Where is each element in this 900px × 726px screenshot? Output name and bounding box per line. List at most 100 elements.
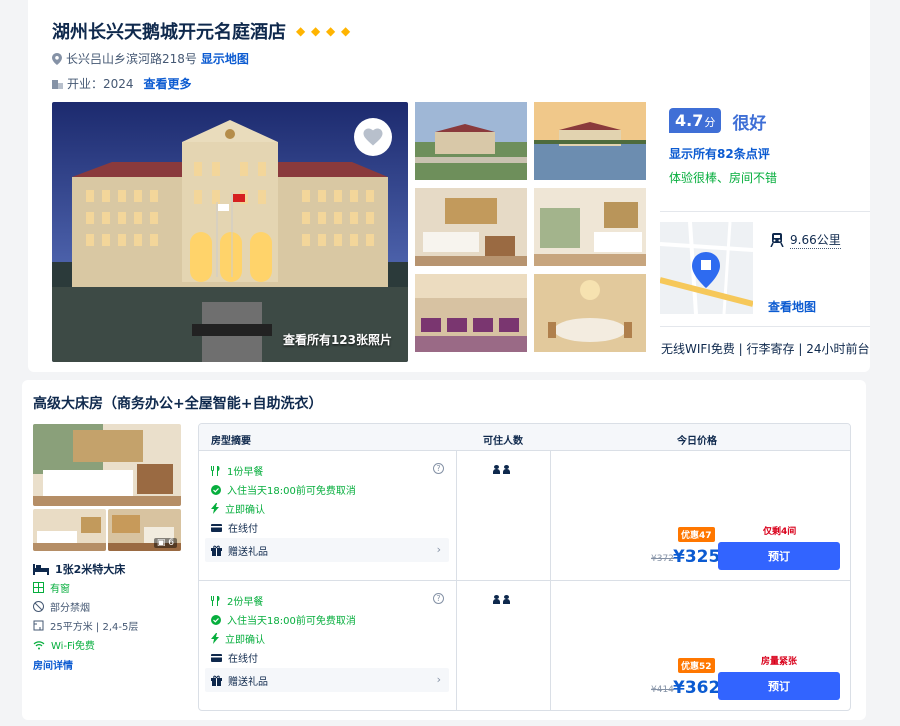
two-guests-icon [493, 465, 510, 474]
transit-distance: 9.66公里 [770, 231, 841, 249]
diamond-icon: ◆ [296, 23, 306, 38]
room-card: 高级大床房（商务办公+全屋智能+自助洗衣） ▣ 6 1张2米特大床 有窗 部分禁… [22, 380, 866, 720]
rate-table: 房型摘要 可住人数 今日价格 1份早餐 ? 入住当天18:00前可免费取消 立即… [198, 423, 851, 711]
header-room-summary: 房型摘要 [211, 436, 251, 447]
lightning-icon [211, 633, 219, 644]
fork-knife-icon [211, 465, 220, 476]
chevron-right-icon: › [436, 673, 441, 686]
bed-icon [33, 563, 49, 575]
gift-text: 赠送礼品 [228, 676, 268, 688]
two-guests-icon [493, 595, 510, 604]
hotel-address: 长兴吕山乡滨河路218号 [66, 52, 197, 66]
table-header: 房型摘要 可住人数 今日价格 [199, 424, 850, 451]
gift-row[interactable]: 赠送礼品 › [205, 668, 449, 692]
current-price: ¥325 [673, 547, 721, 567]
header-occupancy: 可住人数 [483, 436, 523, 447]
score-badge: 4.7分 [669, 108, 722, 133]
room-photo-small[interactable] [33, 509, 106, 551]
rating-summary: 4.7分 很好 [669, 108, 766, 134]
feature-smoking: 部分禁烟 [33, 599, 90, 614]
photo-thumb-dining[interactable] [534, 274, 646, 352]
person-icon [493, 595, 500, 604]
gift-icon [211, 545, 222, 556]
feature-window: 有窗 [33, 580, 70, 595]
star-rating: ◆ ◆ ◆ ◆ [296, 23, 354, 38]
help-icon[interactable]: ? [433, 593, 444, 604]
confirm-info: 立即确认 [211, 631, 265, 646]
photo-thumb-room2[interactable] [534, 188, 646, 266]
view-map-link[interactable]: 查看地图 [768, 298, 816, 315]
score-unit: 分 [704, 116, 716, 129]
banquet-hall-image [415, 274, 527, 352]
occupancy-cell [457, 451, 551, 580]
opened-row: 开业：2024 查看更多 [52, 75, 192, 92]
all-reviews-link[interactable]: 显示所有82条点评 [669, 145, 770, 162]
rate-row: 1份早餐 ? 入住当天18:00前可免费取消 立即确认 在线付 赠送礼品 › 优… [199, 451, 850, 581]
original-price: ¥414 [651, 685, 674, 695]
hotel-title-row: 湖州长兴天鹅城开元名庭酒店 ◆ ◆ ◆ ◆ [52, 18, 354, 44]
aerial-view-image [415, 102, 527, 180]
score-value: 4.7 [675, 111, 704, 130]
discount-badge: 优惠52 [678, 658, 715, 673]
breakfast-info: 2份早餐 [211, 593, 263, 608]
breakfast-text: 2份早餐 [227, 597, 264, 608]
bed-info: 1张2米特大床 [33, 561, 125, 577]
feature-size: 25平方米 | 2,4-5层 [33, 618, 138, 633]
check-circle-icon [211, 614, 221, 625]
person-icon [503, 595, 510, 604]
feature-text: Wi-Fi免费 [51, 641, 95, 652]
cancellation-info: 入住当天18:00前可免费取消 [211, 482, 356, 497]
view-all-photos-link[interactable]: 查看所有123张照片 [283, 331, 392, 348]
book-button[interactable]: 预订 [718, 672, 840, 700]
bed-type: 1张2米特大床 [55, 563, 126, 576]
feature-text: 25平方米 | 2,4-5层 [50, 622, 139, 633]
room-photo-small[interactable]: ▣ 6 [108, 509, 181, 551]
address-row: 长兴吕山乡滨河路218号 显示地图 [52, 50, 249, 67]
see-more-link[interactable]: 查看更多 [144, 75, 192, 92]
window-icon [33, 582, 44, 593]
train-icon [770, 233, 784, 247]
lightning-icon [211, 503, 219, 514]
card-icon [211, 653, 222, 662]
photo-thumb-aerial[interactable] [415, 102, 527, 180]
book-button[interactable]: 预订 [718, 542, 840, 570]
diamond-icon: ◆ [311, 23, 321, 38]
room-details-link[interactable]: 房间详情 [33, 657, 73, 672]
show-map-link[interactable]: 显示地图 [201, 50, 249, 67]
mini-map[interactable] [660, 222, 753, 314]
room-photo-main[interactable] [33, 424, 181, 506]
dining-room-image [534, 274, 646, 352]
gift-row[interactable]: 赠送礼品 › [205, 538, 449, 562]
scarcity-label: 仅剩4间 [763, 527, 797, 537]
photo-thumb-lake[interactable] [534, 102, 646, 180]
photo-thumb-room1[interactable] [415, 188, 527, 266]
photo-thumb-hall[interactable] [415, 274, 527, 352]
more-photos-badge[interactable]: ▣ 6 [153, 538, 177, 548]
original-price: ¥372 [651, 554, 674, 564]
help-icon[interactable]: ? [433, 463, 444, 474]
confirm-info: 立即确认 [211, 501, 265, 516]
person-icon [503, 465, 510, 474]
hotel-main-photo[interactable]: 查看所有123张照片 [52, 102, 408, 362]
confirm-text: 立即确认 [225, 505, 265, 516]
feature-wifi: Wi-Fi免费 [33, 637, 95, 652]
rate-summary-cell: 1份早餐 ? 入住当天18:00前可免费取消 立即确认 在线付 赠送礼品 › [199, 451, 457, 580]
favorite-heart-button[interactable] [354, 118, 392, 156]
rate-summary-cell: 2份早餐 ? 入住当天18:00前可免费取消 立即确认 在线付 赠送礼品 › [199, 581, 457, 710]
opened-year: 开业：2024 [67, 77, 134, 91]
building-icon [52, 80, 63, 89]
review-quote: 体验很棒、房间不错 [669, 171, 778, 185]
divider [660, 211, 870, 212]
payment-text: 在线付 [228, 524, 258, 535]
person-icon [493, 465, 500, 474]
guest-room-image [534, 188, 646, 266]
payment-info: 在线付 [211, 520, 258, 535]
divider [660, 326, 870, 327]
guest-room-image [415, 188, 527, 266]
fork-knife-icon [211, 595, 220, 606]
hotel-header-card: 湖州长兴天鹅城开元名庭酒店 ◆ ◆ ◆ ◆ 长兴吕山乡滨河路218号 显示地图 … [28, 0, 870, 372]
room-image [33, 509, 106, 551]
hotel-name: 湖州长兴天鹅城开元名庭酒店 [52, 22, 286, 43]
scarcity-label: 房量紧张 [761, 657, 798, 667]
breakfast-text: 1份早餐 [227, 467, 264, 478]
